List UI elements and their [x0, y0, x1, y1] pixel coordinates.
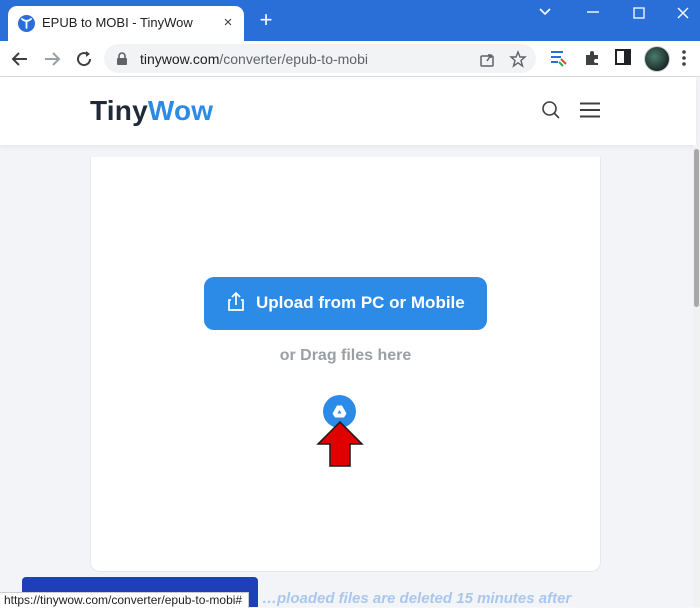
- tab-title: EPUB to MOBI - TinyWow: [42, 15, 193, 30]
- reading-list-icon[interactable]: [549, 49, 569, 67]
- share-icon[interactable]: [478, 50, 496, 68]
- status-bar-url: https://tinywow.com/converter/epub-to-mo…: [0, 592, 250, 608]
- upload-button-label: Upload from PC or Mobile: [256, 293, 465, 312]
- upload-icon: [228, 292, 244, 311]
- page-scrollbar[interactable]: [693, 145, 700, 607]
- privacy-note-text: …ploaded files are deleted 15 minutes af…: [262, 590, 572, 607]
- red-arrow-annotation-icon: [316, 420, 364, 467]
- tinywow-favicon-icon: [18, 15, 35, 32]
- minimize-icon[interactable]: [578, 2, 608, 24]
- logo-text-tiny: Tiny: [90, 95, 148, 126]
- scrollbar-thumb[interactable]: [694, 149, 699, 307]
- side-panel-icon[interactable]: [615, 49, 631, 65]
- bookmark-star-icon[interactable]: [509, 50, 527, 68]
- extensions-puzzle-icon[interactable]: [583, 49, 601, 67]
- more-menu-icon[interactable]: [681, 49, 687, 67]
- forward-arrow-icon[interactable]: [40, 47, 64, 71]
- logo-text-wow: Wow: [147, 95, 214, 126]
- profile-avatar[interactable]: [644, 46, 670, 72]
- browser-tab-strip: EPUB to MOBI - TinyWow × +: [0, 0, 700, 41]
- hamburger-menu-icon[interactable]: [579, 102, 601, 118]
- reload-icon[interactable]: [72, 47, 96, 71]
- url-path: /converter/epub-to-mobi: [219, 51, 368, 67]
- upload-from-pc-button[interactable]: Upload from PC or Mobile: [204, 277, 487, 330]
- tab-search-chevron-icon[interactable]: [530, 2, 560, 24]
- google-drive-icon: [332, 405, 347, 418]
- address-bar[interactable]: tinywow.com/converter/epub-to-mobi: [104, 44, 536, 73]
- tinywow-logo[interactable]: TinyWow: [90, 95, 213, 127]
- maximize-icon[interactable]: [624, 2, 654, 24]
- drag-files-text: or Drag files here: [279, 347, 412, 364]
- close-window-icon[interactable]: [668, 2, 698, 24]
- new-tab-button[interactable]: +: [255, 9, 277, 31]
- page-content: TinyWow Upload from PC or Mobile or Drag…: [0, 77, 700, 607]
- url-host: tinywow.com: [140, 51, 220, 67]
- lock-icon: [117, 52, 127, 65]
- upload-card: Upload from PC or Mobile or Drag files h…: [90, 157, 601, 572]
- tab-close-icon[interactable]: ×: [219, 14, 237, 32]
- search-icon[interactable]: [541, 100, 561, 120]
- browser-tab[interactable]: EPUB to MOBI - TinyWow ×: [8, 6, 244, 41]
- browser-toolbar: tinywow.com/converter/epub-to-mobi: [0, 41, 700, 77]
- back-arrow-icon[interactable]: [8, 47, 32, 71]
- site-header: TinyWow: [0, 77, 696, 145]
- url-text: tinywow.com/converter/epub-to-mobi: [140, 51, 368, 67]
